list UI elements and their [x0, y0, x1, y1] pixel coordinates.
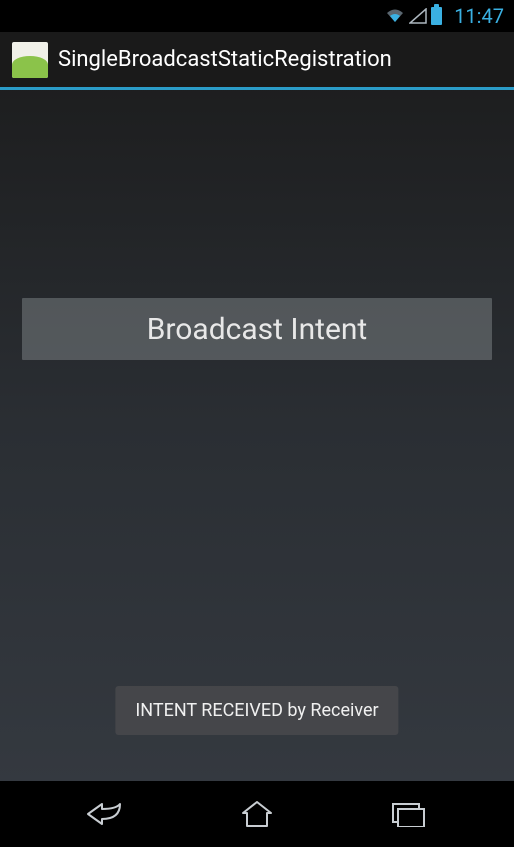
wifi-icon [385, 8, 405, 24]
navigation-bar [0, 781, 514, 847]
battery-icon [431, 7, 442, 25]
app-icon [12, 42, 48, 78]
back-button[interactable] [66, 794, 146, 834]
status-bar: 11:47 [0, 0, 514, 32]
status-icons [385, 7, 442, 25]
status-time: 11:47 [454, 4, 504, 28]
app-title: SingleBroadcastStaticRegistration [58, 47, 392, 72]
action-bar: SingleBroadcastStaticRegistration [0, 32, 514, 90]
signal-icon [409, 8, 427, 24]
content-area: Broadcast Intent INTENT RECEIVED by Rece… [0, 90, 514, 781]
recent-apps-button[interactable] [368, 794, 448, 834]
broadcast-intent-button[interactable]: Broadcast Intent [22, 298, 492, 360]
toast-message: INTENT RECEIVED by Receiver [115, 686, 398, 735]
home-button[interactable] [217, 794, 297, 834]
